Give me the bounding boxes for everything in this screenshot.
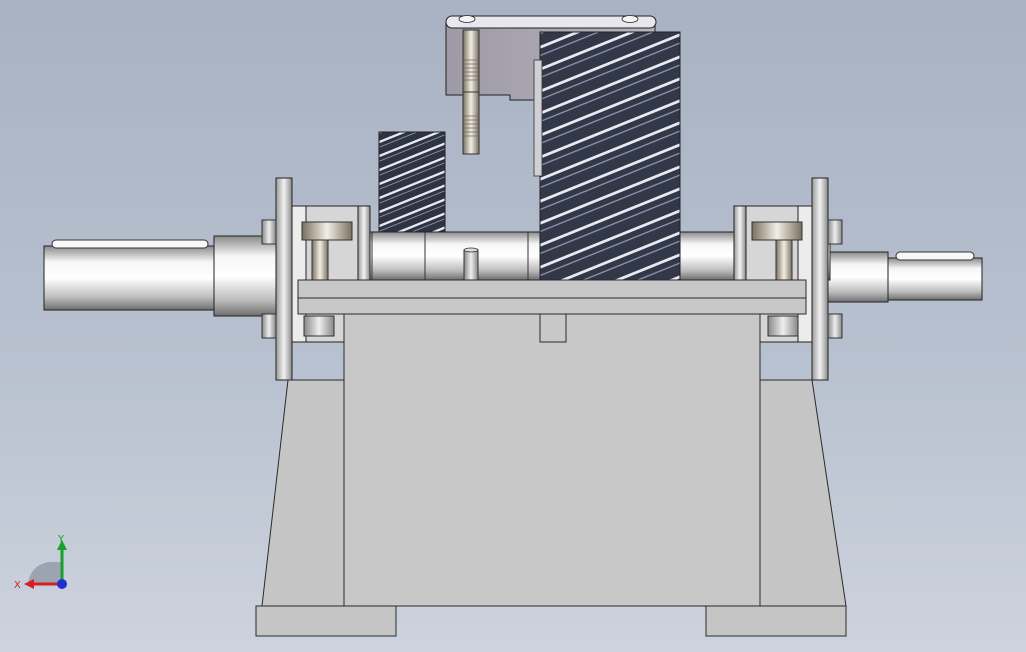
- housing-feet[interactable]: [255, 605, 847, 637]
- gearbox-assembly-model[interactable]: [0, 0, 1026, 652]
- right-shaft[interactable]: [827, 251, 983, 303]
- orientation-triad: Y X: [14, 534, 67, 591]
- x-axis-label: X: [14, 580, 21, 591]
- small-helical-gear[interactable]: [378, 131, 446, 233]
- housing-body[interactable]: [261, 313, 847, 607]
- z-axis-dot: [57, 579, 67, 589]
- large-helical-gear[interactable]: [533, 31, 681, 281]
- y-axis-label: Y: [57, 534, 65, 545]
- left-shaft[interactable]: [43, 235, 277, 317]
- cad-viewport[interactable]: Y X: [0, 0, 1026, 652]
